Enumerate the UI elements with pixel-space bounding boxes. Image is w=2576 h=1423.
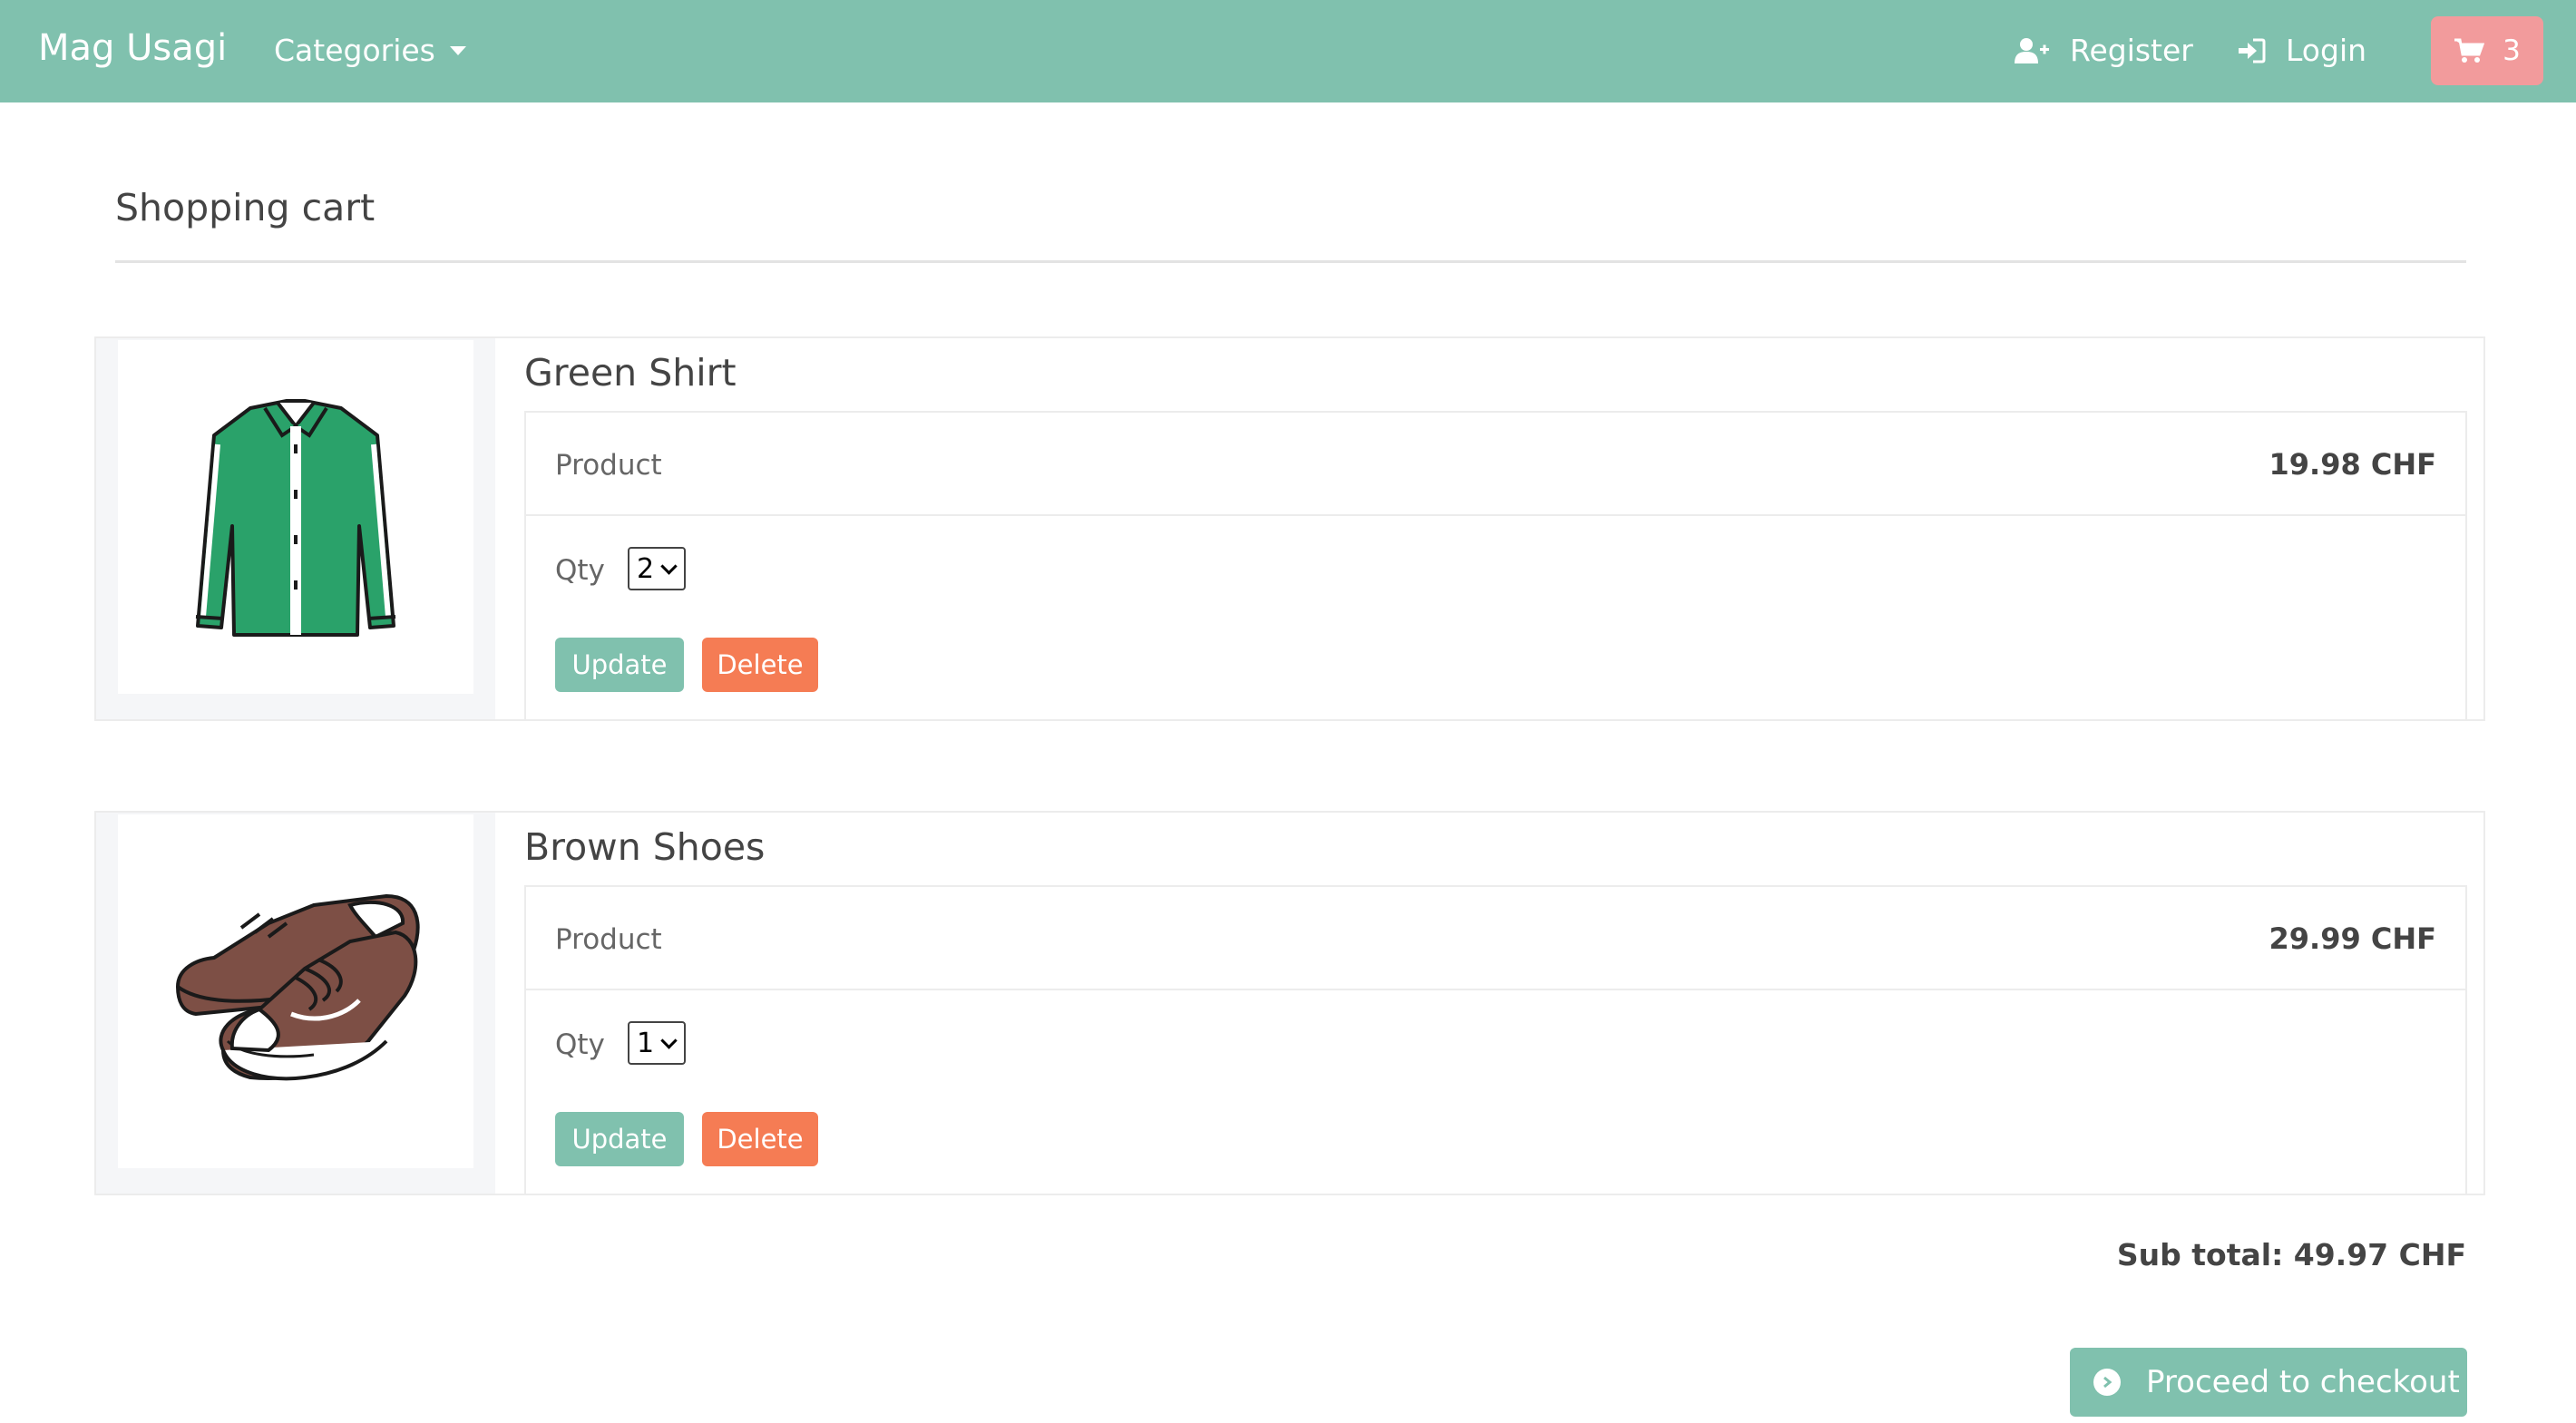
chevron-down-icon [660, 1031, 678, 1049]
item-details: Product 29.99 CHF Qty 1 Update Delete [524, 885, 2467, 1195]
green-shirt-icon [195, 399, 396, 637]
product-image-frame [96, 813, 495, 1194]
page-title: Shopping cart [115, 186, 376, 229]
register-link[interactable]: Register [2014, 33, 2193, 68]
user-plus-icon [2015, 37, 2049, 63]
login-label: Login [2286, 33, 2367, 68]
register-label: Register [2070, 33, 2193, 68]
item-details: Product 19.98 CHF Qty 2 Update Delete [524, 411, 2467, 721]
delete-button[interactable]: Delete [702, 638, 818, 692]
product-row: Product 29.99 CHF [526, 887, 2465, 990]
caret-down-icon [449, 45, 466, 55]
chevron-down-icon [660, 557, 678, 575]
checkout-label: Proceed to checkout [2146, 1364, 2460, 1400]
qty-select[interactable]: 2 [628, 547, 686, 590]
product-image[interactable] [118, 340, 473, 694]
shopping-cart-icon [2454, 38, 2485, 63]
qty-value: 2 [637, 552, 655, 585]
qty-value: 1 [637, 1027, 655, 1059]
navbar: Mag Usagi Categories Register Login 3 [0, 0, 2576, 102]
product-price: 29.99 CHF [2269, 921, 2436, 956]
product-price: 19.98 CHF [2269, 447, 2436, 482]
product-name[interactable]: Brown Shoes [524, 825, 765, 869]
product-label: Product [555, 923, 662, 956]
login-link[interactable]: Login [2237, 33, 2366, 68]
product-name[interactable]: Green Shirt [524, 351, 737, 395]
checkout-button[interactable]: Proceed to checkout [2070, 1348, 2467, 1417]
categories-dropdown[interactable]: Categories [274, 33, 466, 68]
update-button[interactable]: Update [555, 638, 684, 692]
brown-shoes-icon [175, 893, 420, 1081]
cart-button[interactable]: 3 [2431, 16, 2543, 85]
product-image[interactable] [118, 814, 473, 1168]
cart-item: Brown Shoes Product 29.99 CHF Qty 1 Upda… [94, 811, 2485, 1195]
sign-in-icon [2239, 38, 2266, 63]
categories-label: Categories [274, 33, 435, 68]
qty-label: Qty [555, 1028, 605, 1061]
qty-label: Qty [555, 554, 605, 587]
qty-select[interactable]: 1 [628, 1021, 686, 1065]
brand-logo[interactable]: Mag Usagi [38, 27, 227, 69]
cart-item: Green Shirt Product 19.98 CHF Qty 2 Upda… [94, 336, 2485, 721]
chevron-circle-right-icon [2093, 1369, 2121, 1396]
update-button[interactable]: Update [555, 1112, 684, 1166]
cart-count: 3 [2503, 34, 2521, 67]
delete-button[interactable]: Delete [702, 1112, 818, 1166]
title-divider [115, 260, 2466, 263]
product-image-frame [96, 338, 495, 719]
subtotal: Sub total: 49.97 CHF [2116, 1237, 2466, 1272]
product-label: Product [555, 449, 662, 482]
product-row: Product 19.98 CHF [526, 413, 2465, 516]
